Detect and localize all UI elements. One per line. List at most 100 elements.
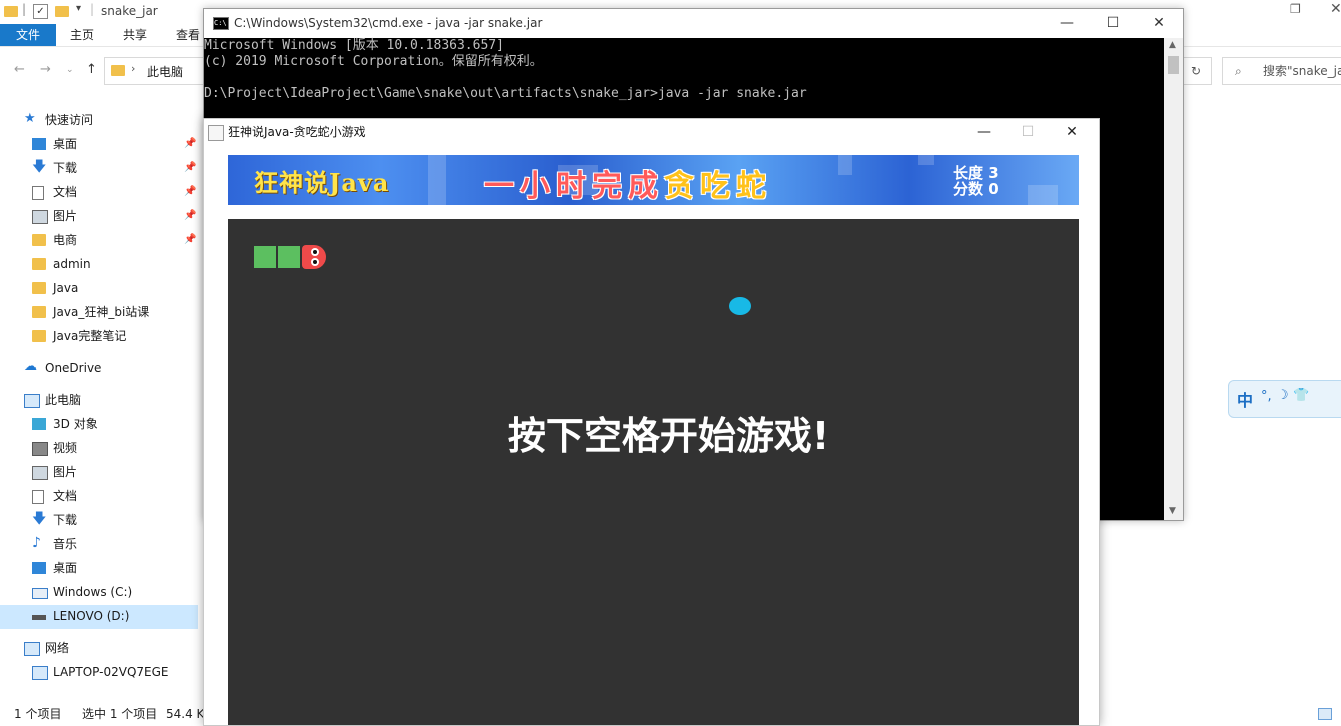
search-input[interactable]: ⌕ 搜索"snake_jar xyxy=(1222,57,1341,85)
folder-icon xyxy=(32,234,46,246)
network-icon xyxy=(24,642,40,656)
console-line: Microsoft Windows [版本 10.0.18363.657] xyxy=(204,38,504,53)
refresh-icon: ↻ xyxy=(1190,64,1202,78)
tab-share[interactable]: 共享 xyxy=(123,24,147,46)
details-view-icon[interactable] xyxy=(1318,708,1332,720)
recent-locations-chevron-icon[interactable]: ⌄ xyxy=(66,65,74,75)
punctuation-icon[interactable]: °, xyxy=(1261,389,1272,404)
folder-icon xyxy=(32,258,46,270)
skin-icon[interactable]: 👕 xyxy=(1293,388,1309,403)
console-line: D:\Project\IdeaProject\Game\snake\out\ar… xyxy=(204,86,807,101)
pin-icon[interactable]: 📌 xyxy=(184,229,196,251)
moon-icon[interactable]: ☽ xyxy=(1277,388,1289,403)
restore-icon[interactable]: ❐ xyxy=(1290,2,1301,16)
snake-eye xyxy=(311,248,319,256)
selection-size: 54.4 K xyxy=(166,707,205,721)
breadcrumb[interactable]: 此电脑 xyxy=(147,63,183,80)
snake-game-window: 狂神说Java-贪吃蛇小游戏 — ☐ ✕ 狂神说Java 一小时完成贪吃蛇 长度… xyxy=(203,118,1100,726)
game-title: 狂神说Java-贪吃蛇小游戏 xyxy=(228,125,366,139)
game-header-banner: 狂神说Java 一小时完成贪吃蛇 长度 3 分数 0 xyxy=(228,155,1079,205)
desktop-icon xyxy=(32,138,46,150)
picture-icon xyxy=(32,210,48,224)
ime-mode[interactable]: 中 xyxy=(1237,387,1253,411)
desktop-icon xyxy=(32,562,46,574)
tab-home[interactable]: 主页 xyxy=(70,24,94,46)
pin-icon[interactable]: 📌 xyxy=(184,181,196,203)
food-pellet xyxy=(729,297,751,315)
cmd-icon: C:\ xyxy=(213,17,229,30)
scroll-down-icon[interactable]: ▼ xyxy=(1169,506,1176,516)
banner-decoration xyxy=(918,155,934,165)
ime-toolbar[interactable]: 中 °, ☽ 👕 xyxy=(1228,380,1341,418)
java-icon xyxy=(208,125,224,141)
cube-icon xyxy=(32,418,46,430)
up-arrow-icon[interactable]: ↑ xyxy=(86,62,97,77)
picture-icon xyxy=(32,466,48,480)
close-icon[interactable]: ✕ xyxy=(1330,1,1341,17)
close-button[interactable]: ✕ xyxy=(1050,119,1094,145)
minimize-button[interactable]: — xyxy=(962,119,1006,145)
banner-decoration xyxy=(1028,185,1058,205)
game-titlebar: 狂神说Java-贪吃蛇小游戏 — ☐ ✕ xyxy=(204,119,1099,145)
pin-icon[interactable]: 📌 xyxy=(184,133,196,155)
folder-icon xyxy=(4,6,18,17)
cmd-title: C:\Windows\System32\cmd.exe - java -jar … xyxy=(234,16,543,30)
snake-body-segment xyxy=(254,246,276,268)
folder-icon xyxy=(32,282,46,294)
folder-icon xyxy=(32,330,46,342)
tab-file[interactable]: 文件 xyxy=(0,24,56,46)
banner-headline-b: 贪吃蛇 xyxy=(664,169,772,204)
game-board[interactable]: 按下空格开始游戏! xyxy=(228,219,1079,725)
folder-icon xyxy=(32,306,46,318)
banner-decoration xyxy=(838,155,852,175)
search-placeholder: 搜索"snake_jar xyxy=(1263,64,1341,78)
selection-count: 选中 1 个项目 xyxy=(82,707,158,721)
item-count: 1 个项目 xyxy=(14,707,62,721)
back-arrow-icon[interactable]: ← xyxy=(14,62,25,77)
address-bar[interactable]: › 此电脑 › xyxy=(104,57,216,85)
scroll-up-icon[interactable]: ▲ xyxy=(1169,40,1176,50)
download-icon: 🡇 xyxy=(32,159,47,175)
refresh-button[interactable]: ↻ xyxy=(1180,57,1212,85)
document-icon xyxy=(32,490,44,504)
vertical-scrollbar[interactable]: ▲ ▼ xyxy=(1164,38,1183,520)
separator: | xyxy=(22,2,27,16)
tab-view[interactable]: 查看 xyxy=(176,24,200,46)
chevron-right-icon: › xyxy=(131,62,136,75)
properties-icon[interactable]: ✓ xyxy=(33,4,48,19)
cloud-icon: ☁ xyxy=(24,359,37,374)
maximize-button[interactable]: ☐ xyxy=(1090,9,1136,38)
download-icon: 🡇 xyxy=(32,511,47,527)
score-label: 分数 0 xyxy=(953,180,999,198)
music-icon: ♪ xyxy=(32,535,41,551)
status-bar: 1 个项目 选中 1 个项目 54.4 K xyxy=(0,704,210,724)
video-icon xyxy=(32,442,48,456)
minimize-button[interactable]: — xyxy=(1044,9,1090,38)
document-icon xyxy=(32,186,44,200)
folder-icon xyxy=(111,65,125,76)
windows-drive-icon xyxy=(32,588,48,599)
close-button[interactable]: ✕ xyxy=(1136,9,1182,38)
banner-brand-text: 狂神说Java xyxy=(254,168,390,197)
computer-icon xyxy=(32,666,48,680)
star-icon: ★ xyxy=(24,111,36,126)
console-line: (c) 2019 Microsoft Corporation。保留所有权利。 xyxy=(204,54,543,69)
start-prompt: 按下空格开始游戏! xyxy=(507,414,830,458)
window-title: snake_jar xyxy=(101,4,158,18)
quick-access-toolbar-dropdown-icon[interactable]: ▾ xyxy=(76,3,81,14)
new-folder-icon[interactable] xyxy=(55,6,69,17)
forward-arrow-icon[interactable]: → xyxy=(40,62,51,77)
pin-icon[interactable]: 📌 xyxy=(184,157,196,179)
separator: | xyxy=(90,2,95,16)
cmd-titlebar: C:\ C:\Windows\System32\cmd.exe - java -… xyxy=(204,9,1183,38)
drive-icon xyxy=(32,615,46,620)
snake-eye xyxy=(311,258,319,266)
banner-decoration xyxy=(428,155,446,205)
computer-icon xyxy=(24,394,40,408)
maximize-button[interactable]: ☐ xyxy=(1006,119,1050,145)
banner-headline: 一小时完成贪吃蛇 xyxy=(484,161,772,205)
scrollbar-thumb[interactable] xyxy=(1168,56,1179,74)
snake-head xyxy=(302,245,326,269)
pin-icon[interactable]: 📌 xyxy=(184,205,196,227)
